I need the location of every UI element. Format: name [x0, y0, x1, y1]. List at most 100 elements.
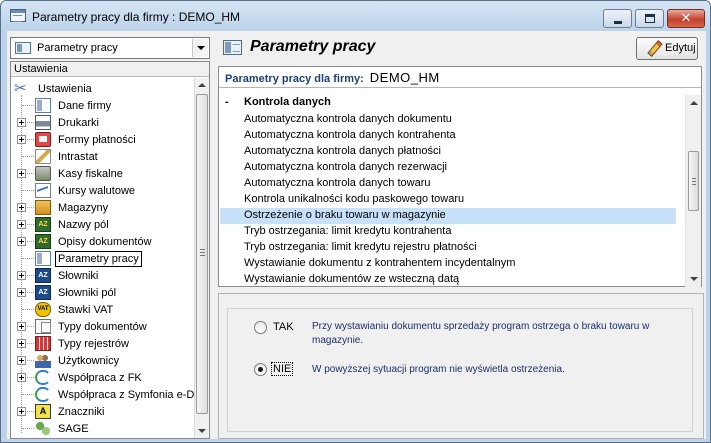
expand-icon[interactable] [17, 356, 26, 365]
tree-item-label: SAGE [58, 423, 89, 435]
parameter-row[interactable]: Automatyczna kontrola danych rezerwacji [220, 160, 676, 176]
parameter-row[interactable]: Kontrola unikalności kodu paskowego towa… [220, 192, 676, 208]
parameter-label: Wystawianie dokumentów ze wsteczną datą [244, 273, 460, 285]
tree-item[interactable]: Typy dokumentów [11, 318, 195, 335]
expand-icon[interactable] [17, 118, 26, 127]
parameter-row[interactable]: Automatyczna kontrola danych płatności [220, 144, 676, 160]
tree-item[interactable]: A Znaczniki [11, 403, 195, 420]
title-bar[interactable]: Parametry pracy dla firmy : DEMO_HM ✕ [1, 1, 710, 31]
parameter-label: Wystawianie dokumentu z kontrahentem inc… [244, 257, 516, 269]
tree-item[interactable]: AZ Słowniki [11, 267, 195, 284]
tree-item[interactable]: Dane firmy [11, 97, 195, 114]
expand-icon[interactable] [17, 135, 26, 144]
maximize-button[interactable] [635, 9, 664, 28]
collapse-icon[interactable]: - [225, 96, 229, 108]
section-header-data-control[interactable]: - Kontrola danych [220, 95, 676, 111]
chevron-down-icon[interactable] [192, 39, 208, 57]
tree-item[interactable]: Parametry pracy [11, 250, 195, 267]
expand-icon[interactable] [17, 373, 26, 382]
parameter-label: Tryb ostrzegania: limit kredytu rejestru… [244, 241, 477, 253]
minimize-icon [614, 21, 622, 24]
az-dictionary-icon: AZ [35, 217, 51, 232]
expand-icon[interactable] [17, 220, 26, 229]
tree-item[interactable]: ✂ Ustawienia [11, 80, 195, 97]
parameters-header: Parametry pracy dla firmy: DEMO_HM [219, 67, 701, 88]
radio-nie[interactable] [254, 363, 267, 376]
parameter-row[interactable]: Wystawianie dokumentów ze wsteczną datą [220, 272, 676, 287]
radio-nie-label[interactable]: NIE [271, 362, 294, 376]
firm-name: DEMO_HM [369, 70, 440, 85]
tree-item[interactable]: Użytkownicy [11, 352, 195, 369]
tree-item-label: Formy płatności [58, 134, 136, 146]
tree-item-label: Znaczniki [58, 406, 105, 418]
tree-item[interactable]: AZ Nazwy pól [11, 216, 195, 233]
scroll-down-icon[interactable] [690, 277, 698, 281]
expand-icon[interactable] [17, 271, 26, 280]
option-panel: TAK Przy wystawianiu dokumentu sprzedaży… [218, 293, 704, 439]
tree-item[interactable]: Współpraca z Symfonia e-Dok [11, 386, 195, 403]
warehouse-icon [35, 200, 51, 215]
work-parameters-icon [35, 251, 51, 266]
scrollbar-thumb[interactable] [688, 151, 699, 211]
parameter-label: Tryb ostrzegania: limit kredytu kontrahe… [244, 225, 452, 237]
tree-item[interactable]: Współpraca z FK [11, 369, 195, 386]
scroll-down-icon[interactable] [198, 429, 206, 433]
maximize-icon [645, 14, 655, 23]
tree-item[interactable]: Typy rejestrów [11, 335, 195, 352]
tree-item[interactable]: Drukarki [11, 114, 195, 131]
parameter-row[interactable]: Ostrzeżenie o braku towaru w magazynie [220, 208, 676, 224]
parameter-row[interactable]: Wystawianie dokumentu z kontrahentem inc… [220, 256, 676, 272]
scroll-up-icon[interactable] [198, 83, 206, 87]
parameter-row[interactable]: Automatyczna kontrola danych kontrahenta [220, 128, 676, 144]
az-dictionary-icon: AZ [35, 285, 51, 300]
users-icon [35, 353, 51, 368]
pencil-doc-icon [35, 149, 51, 164]
expand-icon[interactable] [17, 237, 26, 246]
parameter-row[interactable]: Automatyczna kontrola danych towaru [220, 176, 676, 192]
tree-item-label: Kursy walutowe [58, 185, 136, 197]
expand-icon[interactable] [17, 339, 26, 348]
tree-item[interactable]: Formy płatności [11, 131, 195, 148]
tree-item[interactable]: Magazyny [11, 199, 195, 216]
expand-icon[interactable] [17, 322, 26, 331]
tree-item-label: Stawki VAT [58, 304, 114, 316]
az-dictionary-icon: AZ [35, 234, 51, 249]
tree-item[interactable]: Kasy fiskalne [11, 165, 195, 182]
app-window-icon [10, 9, 26, 22]
work-parameters-icon [223, 40, 242, 55]
parameters-scrollbar[interactable] [685, 95, 701, 287]
close-button[interactable]: ✕ [667, 9, 705, 28]
minimize-button[interactable] [603, 9, 632, 28]
scroll-up-icon[interactable] [690, 101, 698, 105]
parameter-row[interactable]: Tryb ostrzegania: limit kredytu kontrahe… [220, 224, 676, 240]
close-icon: ✕ [680, 11, 692, 26]
parameter-row[interactable]: Tryb ostrzegania: limit kredytu rejestru… [220, 240, 676, 256]
tree-item[interactable]: AZ Słowniki pól [11, 284, 195, 301]
parameter-label: Automatyczna kontrola danych płatności [244, 145, 441, 157]
module-select[interactable]: Parametry pracy [10, 37, 210, 59]
edit-button[interactable]: Edytuj [636, 37, 698, 60]
tree-item-label: Parametry pracy [55, 251, 142, 267]
tree-item[interactable]: Kursy walutowe [11, 182, 195, 199]
expand-icon[interactable] [17, 203, 26, 212]
tree-item[interactable]: SAGE [11, 420, 195, 437]
radio-tak[interactable] [254, 321, 267, 334]
expand-icon[interactable] [17, 407, 26, 416]
right-panel: Parametry pracy Edytuj Parametry pracy d… [218, 31, 706, 439]
parameter-row[interactable]: Automatyczna kontrola danych dokumentu [220, 112, 676, 128]
tree-item[interactable]: VAT Stawki VAT [11, 301, 195, 318]
tree-scrollbar[interactable] [194, 78, 209, 438]
parameter-label: Kontrola unikalności kodu paskowego towa… [244, 193, 465, 205]
tree-item[interactable]: AZ Opisy dokumentów [11, 233, 195, 250]
settings-window-icon [15, 42, 31, 54]
expand-icon[interactable] [17, 169, 26, 178]
printer-icon [35, 115, 51, 130]
radio-tak-label[interactable]: TAK [273, 321, 294, 333]
tree-item[interactable]: Intrastat [11, 148, 195, 165]
tree-item-label: Współpraca z Symfonia e-Dok [58, 389, 195, 401]
tree-item-label: Ustawienia [38, 83, 92, 95]
expand-icon[interactable] [17, 288, 26, 297]
document-types-icon [35, 319, 51, 334]
sync-icon [35, 370, 51, 385]
scrollbar-thumb[interactable] [196, 94, 208, 414]
